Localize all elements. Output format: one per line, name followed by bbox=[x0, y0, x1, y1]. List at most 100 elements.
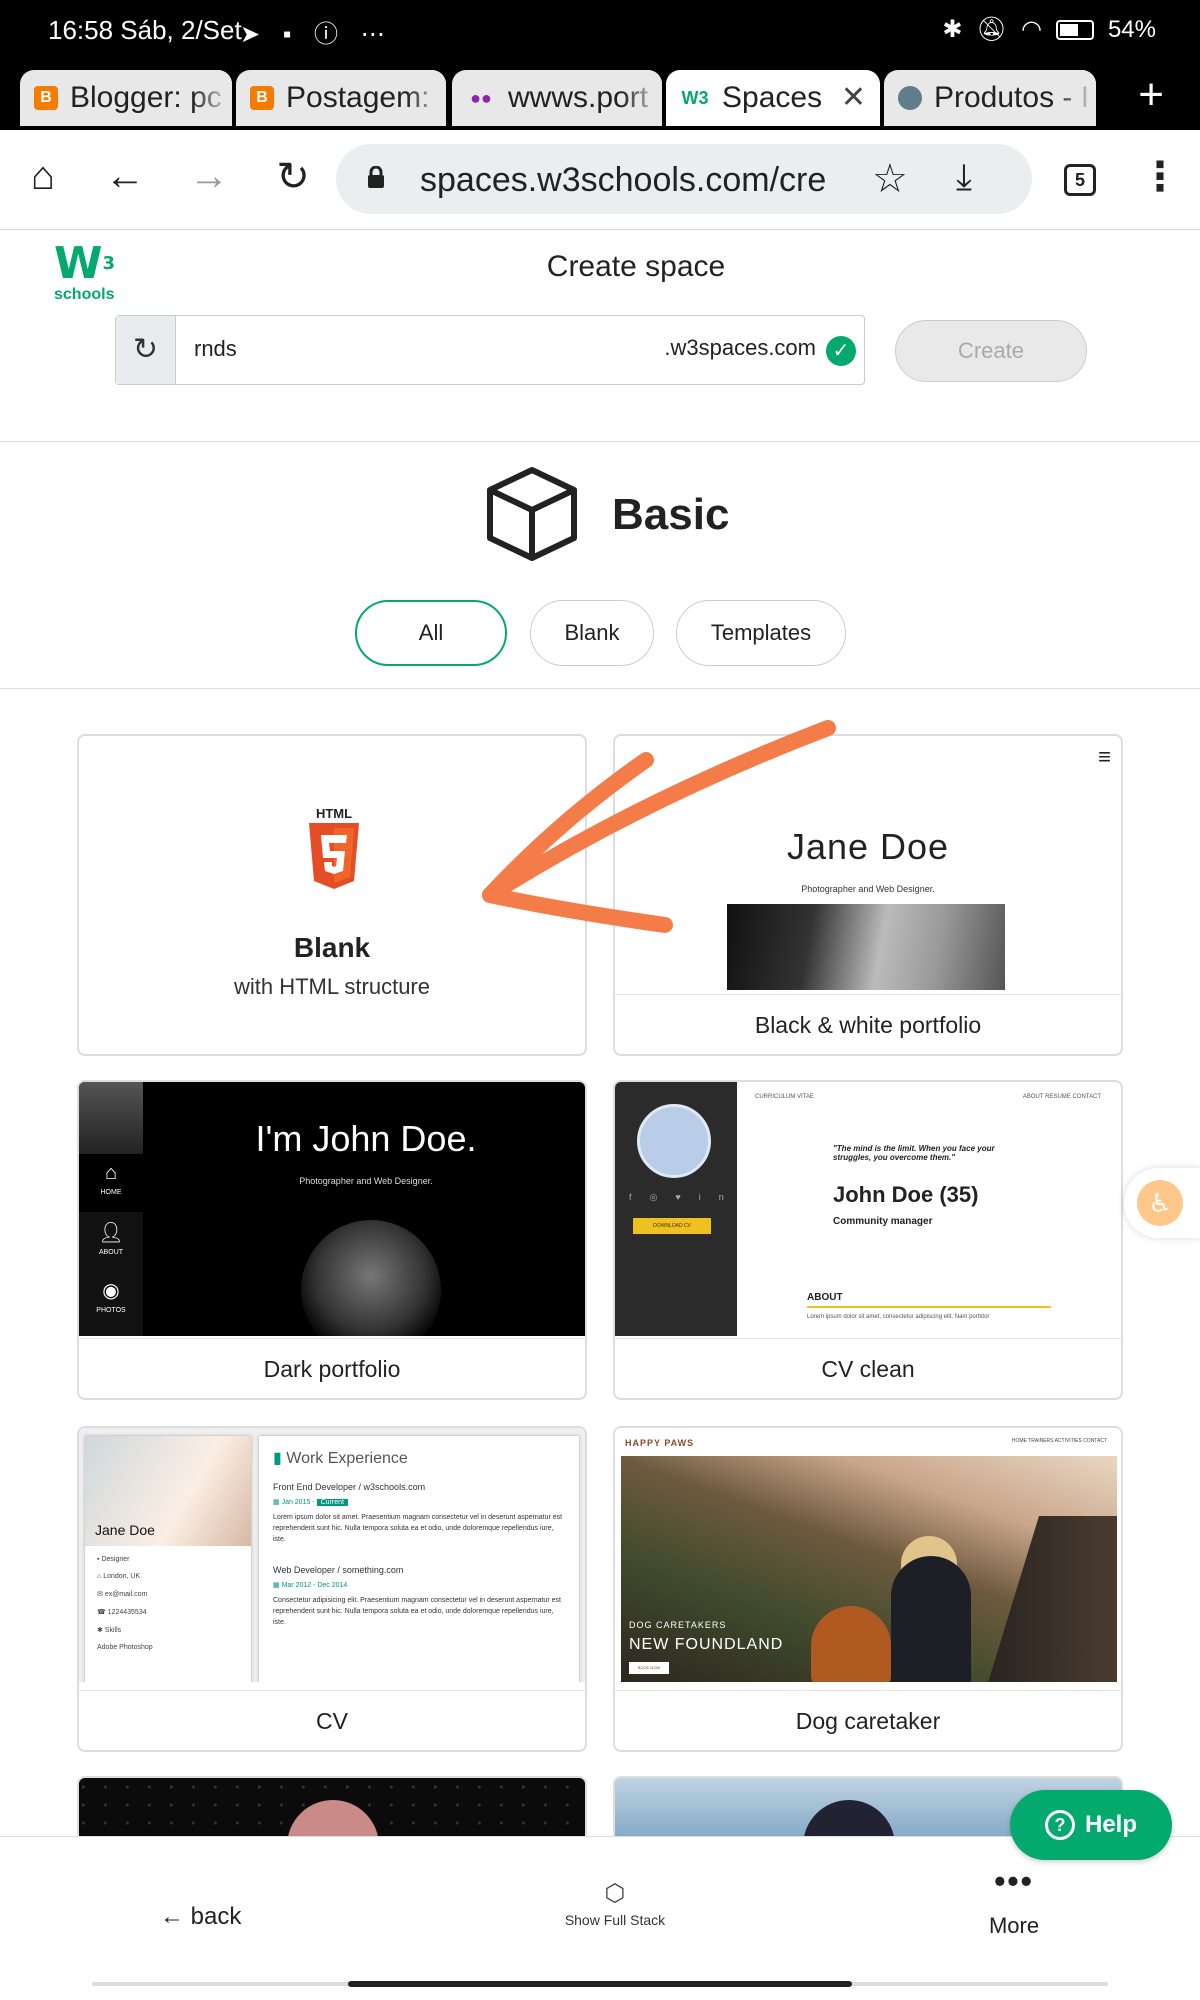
book-now-button: BOOK NOW bbox=[629, 1662, 669, 1674]
preview-job: Front End Developer / w3schools.com bbox=[273, 1482, 426, 1492]
preview-text: Lorem ipsum dolor sit amet. Praesentium … bbox=[273, 1514, 563, 1543]
preview-about-heading: ABOUT bbox=[807, 1292, 843, 1303]
more-button[interactable]: ••• More bbox=[964, 1863, 1064, 1939]
new-tab-icon[interactable]: + bbox=[1138, 70, 1164, 120]
filter-blank[interactable]: Blank bbox=[530, 600, 654, 666]
browser-tab-strip: B Blogger: pc B Postagem: ●● wwws.port W… bbox=[0, 62, 1200, 130]
preview-job: Web Developer / something.com bbox=[273, 1565, 404, 1575]
notification-icons: ➤ ▪ ⓘ ⋯ bbox=[240, 21, 393, 48]
nav-about: 👤︎ ABOUT bbox=[98, 1222, 124, 1256]
html5-icon bbox=[309, 823, 359, 889]
preview-line: ▪ Designer bbox=[97, 1556, 130, 1563]
wifi-icon: ◠ bbox=[1021, 16, 1042, 43]
space-name-field: ↻ rnds .w3spaces.com ✓ bbox=[115, 315, 865, 385]
preview-headline: NEW FOUNDLAND bbox=[629, 1636, 784, 1653]
tab-wwws[interactable]: ●● wwws.port bbox=[452, 70, 662, 126]
android-status-bar: 16:58 Sáb, 2/Set ➤ ▪ ⓘ ⋯ ✱ 🔕︎ ◠ 54% bbox=[0, 0, 1200, 62]
home-icon[interactable]: ⌂ bbox=[18, 154, 68, 199]
preview-kicker: DOG CARETAKERS bbox=[629, 1620, 727, 1630]
domain-suffix: .w3spaces.com bbox=[664, 335, 816, 360]
card-caption: CV clean bbox=[615, 1338, 1121, 1398]
check-circle-icon: ✓ bbox=[826, 336, 856, 366]
status-time: 16:58 Sáb, 2/Set bbox=[48, 15, 242, 45]
reload-icon[interactable]: ↻ bbox=[268, 154, 318, 200]
card-caption: Dog caretaker bbox=[615, 1690, 1121, 1750]
preview-line: Adobe Photoshop bbox=[97, 1644, 153, 1651]
globe-icon bbox=[898, 86, 922, 110]
site-icon: ●● bbox=[470, 87, 492, 108]
refresh-name-button[interactable]: ↻ bbox=[116, 316, 176, 384]
template-card-blank[interactable]: HTML Blank with HTML structure bbox=[77, 734, 587, 1056]
card-thumbnail: ≡ Jane Doe Photographer and Web Designer… bbox=[615, 736, 1121, 990]
blogger-icon: B bbox=[250, 86, 274, 110]
tab-blogger[interactable]: B Blogger: pc bbox=[20, 70, 232, 126]
card-caption: Dark portfolio bbox=[79, 1338, 585, 1398]
card-thumbnail: ⌂ HOME 👤︎ ABOUT ◉ PHOTOS I'm John Doe. Phot… bbox=[79, 1082, 585, 1336]
divider bbox=[0, 688, 1200, 689]
accessibility-icon: ♿︎ bbox=[1137, 1180, 1183, 1226]
preview-heading: ▮ Work Experience bbox=[273, 1450, 408, 1467]
preview-sidebar: ⌂ HOME 👤︎ ABOUT ◉ PHOTOS bbox=[79, 1082, 143, 1336]
avatar bbox=[79, 1082, 143, 1154]
preview-about-text: Lorem ipsum dolor sit amet, consectetur … bbox=[807, 1314, 990, 1320]
preview-nav: ABOUT RESUME CONTACT bbox=[1022, 1094, 1101, 1100]
template-card-dog-caretaker[interactable]: HAPPY PAWS HOME TRAINERS ACTIVITIES CONT… bbox=[613, 1426, 1123, 1752]
more-dots-icon: ••• bbox=[994, 1863, 1034, 1899]
preview-top: CURRICULUM VITAE bbox=[755, 1094, 814, 1100]
download-cv-button: DOWNLOAD CV bbox=[633, 1218, 711, 1234]
cubes-icon: ⬡ bbox=[604, 1880, 626, 1907]
tab-title: Spaces bbox=[722, 81, 823, 114]
filter-templates[interactable]: Templates bbox=[676, 600, 846, 666]
show-full-stack-button[interactable]: ⬡ Show Full Stack bbox=[520, 1879, 710, 1928]
preview-line: ☎ 1224435534 bbox=[97, 1609, 147, 1616]
tab-spaces[interactable]: W3 Spaces ✕ bbox=[666, 70, 880, 126]
template-card-dark-portfolio[interactable]: ⌂ HOME 👤︎ ABOUT ◉ PHOTOS I'm John Doe. Phot… bbox=[77, 1080, 587, 1400]
preview-headline: I'm John Doe. bbox=[255, 1118, 477, 1159]
filter-all[interactable]: All bbox=[355, 600, 507, 666]
about-underline bbox=[807, 1306, 1051, 1308]
template-card-cv[interactable]: Jane Doe ▪ Designer ⌂ London, UK ✉ ex@ma… bbox=[77, 1426, 587, 1752]
template-card-cv-clean[interactable]: f◎♥in DOWNLOAD CV CURRICULUM VITAE ABOUT… bbox=[613, 1080, 1123, 1400]
tab-switcher-button[interactable]: 5 bbox=[1064, 164, 1096, 196]
create-button[interactable]: Create bbox=[895, 320, 1087, 382]
preview-date: ▦ Mar 2012 - Dec 2014 bbox=[273, 1582, 348, 1589]
preview-sidebar: f◎♥in DOWNLOAD CV bbox=[615, 1082, 737, 1336]
preview-line: ✉ ex@mail.com bbox=[97, 1591, 148, 1598]
preview-left-sheet: Jane Doe ▪ Designer ⌂ London, UK ✉ ex@ma… bbox=[85, 1436, 251, 1682]
card-thumbnail: Jane Doe ▪ Designer ⌂ London, UK ✉ ex@ma… bbox=[79, 1428, 585, 1682]
address-bar[interactable]: spaces.w3schools.com/cre ☆ ⤓ bbox=[336, 144, 1032, 214]
preview-brand: HAPPY PAWS bbox=[625, 1438, 695, 1448]
back-arrow-icon[interactable]: ← bbox=[100, 154, 150, 199]
page-title: Create space bbox=[546, 250, 726, 283]
forward-arrow-icon[interactable]: → bbox=[184, 154, 234, 199]
gesture-bar bbox=[0, 1970, 1200, 2000]
card-thumbnail: f◎♥in DOWNLOAD CV CURRICULUM VITAE ABOUT… bbox=[615, 1082, 1121, 1336]
accessibility-widget[interactable]: ♿︎ bbox=[1124, 1168, 1200, 1238]
preview-text: Consectetur adipisicing elit. Praesentiu… bbox=[273, 1597, 561, 1626]
download-icon[interactable]: ⤓ bbox=[956, 156, 972, 199]
card-thumbnail: HAPPY PAWS HOME TRAINERS ACTIVITIES CONT… bbox=[615, 1428, 1121, 1682]
system-icons: ✱ 🔕︎ ◠ 54% bbox=[942, 15, 1156, 44]
browser-toolbar: ⌂ ← → ↻ spaces.w3schools.com/cre ☆ ⤓ 5 ⋮ bbox=[0, 130, 1200, 230]
preview-tagline: Photographer and Web Designer. bbox=[299, 1176, 433, 1186]
tab-produtos[interactable]: Produtos - I bbox=[884, 70, 1096, 126]
back-button[interactable]: ← back bbox=[160, 1903, 241, 1931]
card-caption: CV bbox=[79, 1690, 585, 1750]
divider bbox=[0, 441, 1200, 442]
html5-label: HTML bbox=[315, 806, 353, 821]
close-tab-icon[interactable]: ✕ bbox=[841, 80, 866, 115]
bookmark-star-icon[interactable]: ☆ bbox=[872, 156, 908, 202]
logo-word: schools bbox=[54, 286, 115, 303]
question-icon: ? bbox=[1044, 1810, 1075, 1840]
social-icons: f◎♥in bbox=[629, 1192, 742, 1202]
gesture-handle[interactable] bbox=[348, 1981, 852, 1987]
url-text[interactable]: spaces.w3schools.com/cre bbox=[420, 161, 860, 200]
space-name-input[interactable]: rnds bbox=[194, 336, 237, 362]
tab-postagem[interactable]: B Postagem: bbox=[236, 70, 446, 126]
hero-photo: DOG CARETAKERS NEW FOUNDLAND BOOK NOW bbox=[621, 1456, 1117, 1682]
menu-kebab-icon[interactable]: ⋮ bbox=[1140, 154, 1180, 200]
blogger-icon: B bbox=[34, 86, 58, 110]
help-button[interactable]: ? Help bbox=[1010, 1790, 1172, 1860]
template-card-bw-portfolio[interactable]: ≡ Jane Doe Photographer and Web Designer… bbox=[613, 734, 1123, 1056]
lock-icon bbox=[368, 166, 384, 188]
